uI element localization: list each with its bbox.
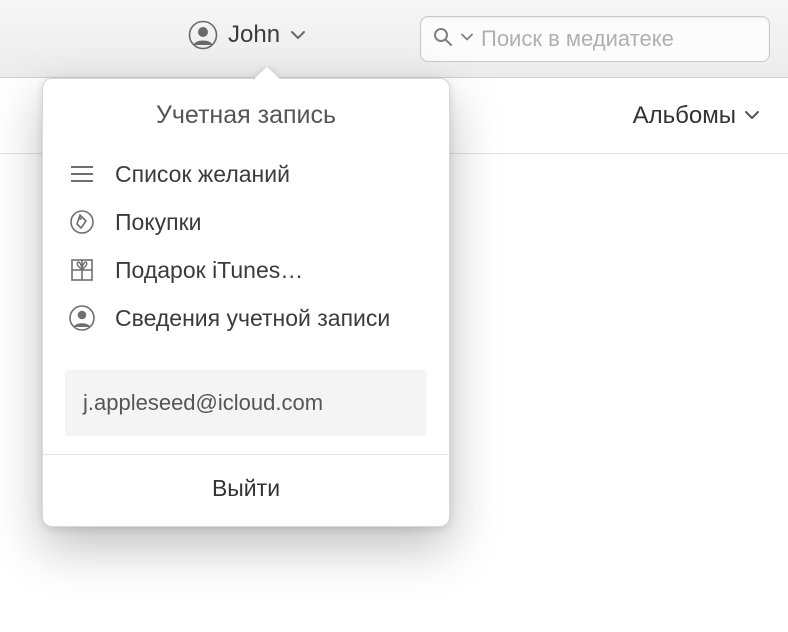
popover-arrow: [253, 66, 279, 80]
search-icon: [433, 27, 453, 52]
gift-icon: [67, 255, 97, 285]
view-select[interactable]: Альбомы: [633, 102, 760, 130]
search-input[interactable]: [481, 26, 769, 52]
account-menu: Список желаний Покупки По: [43, 146, 449, 352]
person-icon: [67, 303, 97, 333]
chevron-down-icon: [744, 102, 760, 130]
menu-item-purchases[interactable]: Покупки: [43, 198, 449, 246]
tag-icon: [67, 207, 97, 237]
toolbar: John: [0, 0, 788, 78]
person-icon: [188, 20, 218, 50]
menu-item-wishlist[interactable]: Список желаний: [43, 150, 449, 198]
account-email: j.appleseed@icloud.com: [65, 370, 427, 436]
list-icon: [67, 159, 97, 189]
chevron-down-icon: [290, 27, 306, 43]
account-button[interactable]: John: [188, 20, 306, 50]
sign-out-button[interactable]: Выйти: [43, 455, 449, 526]
popover-title: Учетная запись: [43, 79, 449, 146]
search-field[interactable]: [420, 16, 770, 62]
account-name: John: [228, 21, 280, 49]
menu-item-gift[interactable]: Подарок iTunes…: [43, 246, 449, 294]
menu-item-label: Сведения учетной записи: [115, 305, 390, 332]
menu-item-label: Покупки: [115, 209, 202, 236]
account-popover: Учетная запись Список желаний Покупки: [42, 78, 450, 527]
menu-item-account-info[interactable]: Сведения учетной записи: [43, 294, 449, 342]
menu-item-label: Подарок iTunes…: [115, 257, 303, 284]
view-label: Альбомы: [633, 102, 736, 130]
chevron-down-icon: [461, 30, 473, 48]
menu-item-label: Список желаний: [115, 161, 290, 188]
